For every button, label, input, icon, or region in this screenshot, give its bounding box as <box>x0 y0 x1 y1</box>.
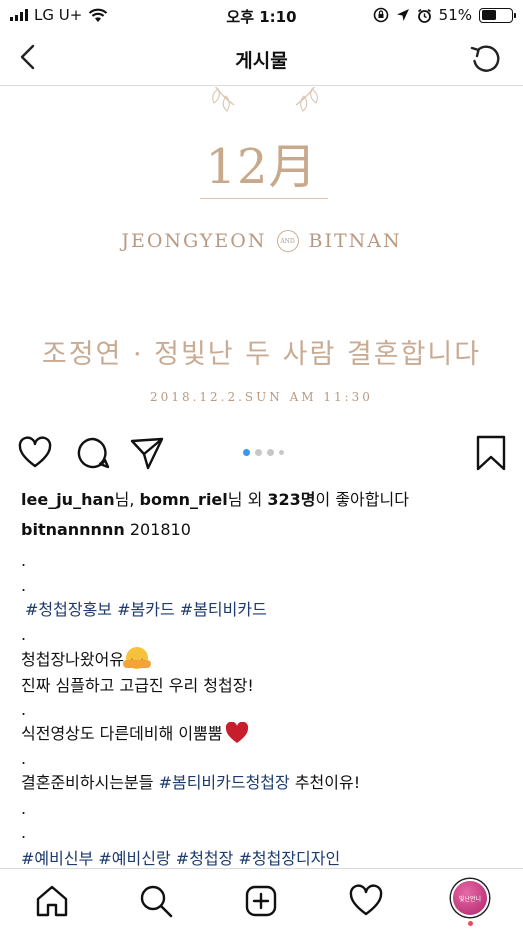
bride-name: BITNAN <box>308 230 402 252</box>
bottom-tab-bar: 빛난언니 <box>0 868 523 930</box>
status-bar: LG U+ 오후 1:10 51% <box>0 0 523 30</box>
caption-line: 청첩장나왔어유 <box>21 646 152 670</box>
caption-dot: . <box>21 551 27 570</box>
liker-username-1[interactable]: lee_ju_han <box>21 490 115 509</box>
activity-heart-icon[interactable] <box>348 883 384 919</box>
hashtag-link[interactable]: #예비신부 <box>21 849 93 868</box>
and-badge: AND <box>276 230 299 252</box>
post-header: 게시물 <box>0 30 523 86</box>
carousel-dot <box>243 449 250 456</box>
page-title: 게시물 <box>235 50 288 72</box>
couple-names: JEONGYEON AND BITNAN <box>0 230 523 252</box>
caption-dot: . <box>21 625 27 644</box>
hashtag-link[interactable]: #청첩장홍보 <box>25 600 112 619</box>
hashtag-link[interactable]: #예비신랑 <box>98 849 170 868</box>
alarm-icon <box>417 8 431 23</box>
invitation-month: 12月 <box>205 139 318 195</box>
battery-fill <box>481 10 497 20</box>
carousel-dot <box>255 449 262 456</box>
notification-dot <box>468 921 473 926</box>
carousel-dot <box>279 450 284 455</box>
battery-percent: 51% <box>438 6 472 24</box>
caption-dot: . <box>21 799 27 818</box>
post-image[interactable]: 12月 JEONGYEON AND BITNAN 조정연 · 정빛난 두 사람 … <box>0 87 523 427</box>
hashtag-link[interactable]: #봄카드 <box>117 600 175 619</box>
hashtag-link[interactable]: #봄티비카드 <box>180 600 267 619</box>
hug-emoji-icon <box>123 647 152 669</box>
caption-line: 식전영상도 다른데비해 이뿜뿜 <box>21 720 249 744</box>
share-icon[interactable] <box>128 434 166 472</box>
caption-hashtags-2: #예비신부 #예비신랑 #청첩장 #청첩장디자인 <box>21 845 340 869</box>
caption-username[interactable]: bitnannnnn <box>21 520 125 539</box>
hashtag-link[interactable]: #봄티비카드청첩장 <box>159 773 290 792</box>
liker-username-2[interactable]: bomn_riel <box>140 490 228 509</box>
divider-line <box>200 198 328 199</box>
red-heart-icon <box>225 722 248 743</box>
caption-dot: . <box>21 823 27 842</box>
invitation-headline: 조정연 · 정빛난 두 사람 결혼합니다 <box>41 339 482 370</box>
battery-icon <box>479 7 516 23</box>
bookmark-icon[interactable] <box>472 434 510 472</box>
likes-count[interactable]: 323명 <box>267 490 315 509</box>
caption-hashtags-1: #청첩장홍보 #봄카드 #봄티비카드 <box>25 596 267 620</box>
likes-summary[interactable]: lee_ju_han님, bomn_riel님 외 323명이 좋아합니다 <box>21 486 409 510</box>
search-icon[interactable] <box>138 883 174 919</box>
post-actions <box>0 432 523 476</box>
caption-first-line: bitnannnnn 201810 <box>21 520 191 539</box>
carousel-indicator <box>243 449 284 456</box>
profile-avatar[interactable]: 빛난언니 <box>451 879 489 917</box>
hashtag-link[interactable]: #청첩장디자인 <box>238 849 340 868</box>
groom-name: JEONGYEON <box>121 230 267 252</box>
caption-dot: . <box>21 576 27 595</box>
caption-dot: . <box>21 700 27 719</box>
caption-line: 결혼준비하시는분들 #봄티비카드청첩장 추천이유! <box>21 773 361 792</box>
refresh-icon[interactable] <box>469 42 503 76</box>
comment-icon[interactable] <box>74 434 112 472</box>
caption-dot: . <box>21 749 27 768</box>
carousel-dot <box>267 449 274 456</box>
add-post-icon[interactable] <box>243 883 279 919</box>
home-icon[interactable] <box>34 883 70 919</box>
caption-line: 진짜 심플하고 고급진 우리 청첩장! <box>21 676 254 695</box>
heart-icon[interactable] <box>16 434 54 472</box>
caption-code: 201810 <box>129 520 191 539</box>
invitation-date: 2018.12.2.SUN AM 11:30 <box>150 390 373 404</box>
orientation-lock-icon <box>373 7 388 23</box>
hashtag-link[interactable]: #청첩장 <box>176 849 234 868</box>
location-icon <box>396 9 409 21</box>
floral-ornament <box>212 87 318 112</box>
